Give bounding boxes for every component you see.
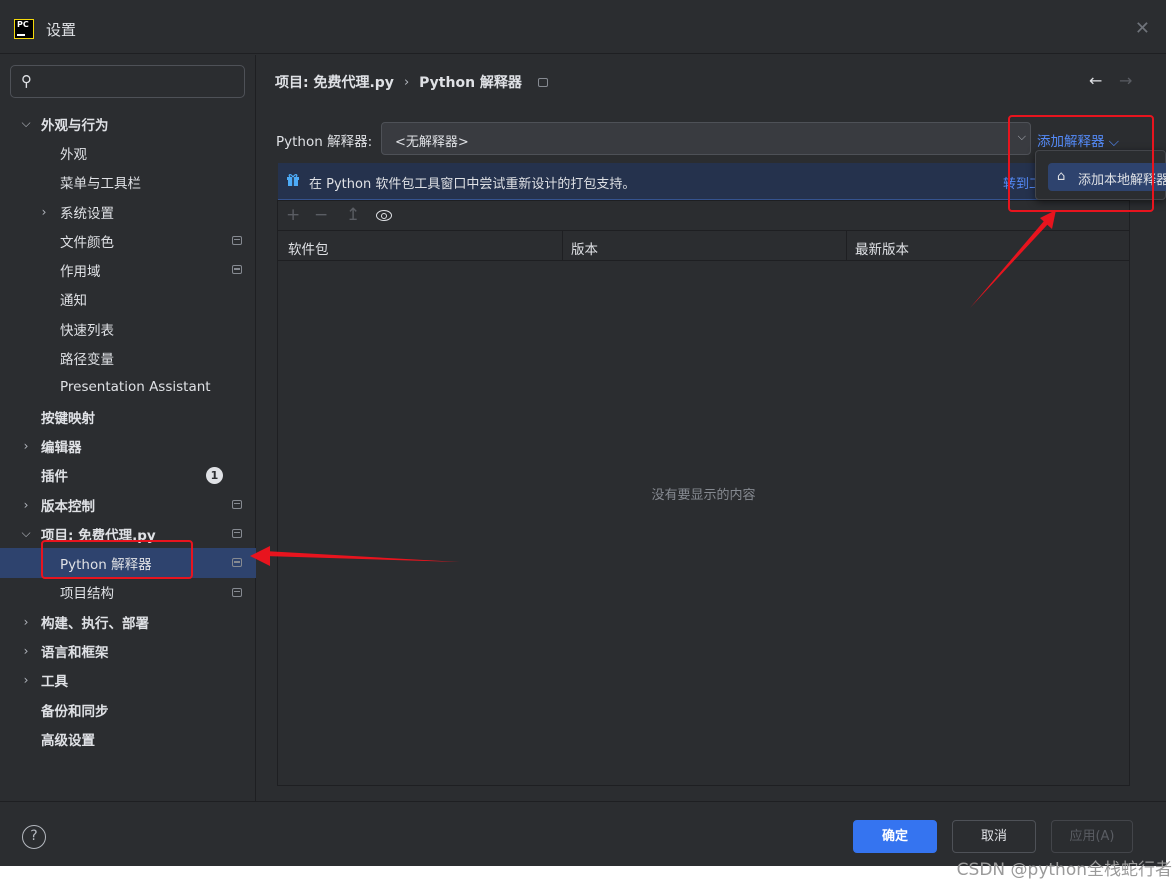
pin-icon [232, 499, 242, 509]
info-banner: 在 Python 软件包工具窗口中尝试重新设计的打包支持。 转到工 [278, 163, 1128, 200]
breadcrumb-separator: › [403, 74, 410, 90]
pycharm-logo-icon: PC [14, 19, 34, 39]
sidebar-item[interactable]: 文件颜色 [0, 226, 256, 255]
sidebar-item-label: 快速列表 [60, 322, 114, 339]
sidebar-item-label: 插件 [41, 469, 68, 486]
sidebar-item-label: 作用域 [60, 264, 101, 281]
column-header-package[interactable]: 软件包 [288, 238, 329, 258]
packages-table: + − ↥ 软件包 版本 最新版本 没有要显示的内容 [277, 200, 1130, 786]
pin-icon [232, 265, 242, 275]
sidebar-item-label: 项目结构 [60, 586, 114, 603]
pin-icon [232, 587, 242, 597]
apply-button[interactable]: 应用(A) [1051, 820, 1133, 853]
pin-icon [232, 529, 242, 539]
sidebar-item-label: 版本控制 [41, 498, 95, 515]
sidebar-item-label: 工具 [41, 674, 68, 691]
chevron-down-icon[interactable]: ⌵ [20, 526, 32, 541]
chevron-right-icon[interactable]: › [20, 498, 32, 512]
forward-arrow-icon[interactable]: → [1119, 71, 1132, 90]
help-icon[interactable]: ? [22, 825, 46, 849]
chevron-right-icon[interactable]: › [38, 205, 50, 219]
sidebar-item[interactable]: 通知 [0, 285, 256, 314]
sidebar-item-label: 备份和同步 [41, 703, 109, 720]
packages-toolbar: + − ↥ [278, 201, 1129, 231]
annotation-box-popup [1008, 115, 1154, 212]
chevron-right-icon[interactable]: › [20, 615, 32, 629]
title-bar: PC 设置 ✕ [0, 0, 1166, 54]
sidebar-item-label: 文件颜色 [60, 234, 114, 251]
chevron-down-icon[interactable]: ⌵ [20, 116, 32, 131]
search-box[interactable]: ⚲ [10, 65, 245, 98]
table-header: 软件包 版本 最新版本 [278, 231, 1129, 261]
sidebar-item-label: 外观 [60, 146, 87, 163]
sidebar-item-label: 菜单与工具栏 [60, 176, 141, 193]
sidebar-item[interactable]: 路径变量 [0, 343, 256, 372]
column-header-latest-version[interactable]: 最新版本 [855, 238, 909, 258]
sidebar-item[interactable]: › 系统设置 [0, 197, 256, 226]
sidebar-item-label: 外观与行为 [41, 117, 109, 134]
search-icon: ⚲ [21, 72, 32, 90]
sidebar-item[interactable]: ⌵ 外观与行为 [0, 109, 256, 138]
eye-icon[interactable] [376, 210, 392, 221]
sidebar-item[interactable]: › 编辑器 [0, 431, 256, 460]
sidebar-item-label: 高级设置 [41, 732, 95, 749]
sidebar-item[interactable]: › 版本控制 [0, 490, 256, 519]
sidebar-item[interactable]: 作用域 [0, 255, 256, 284]
breadcrumb: 项目: 免费代理.py › Python 解释器 [275, 72, 548, 92]
empty-table-message: 没有要显示的内容 [651, 488, 756, 503]
interpreter-select[interactable]: <无解释器> ⌵ [381, 122, 1031, 155]
chevron-right-icon[interactable]: › [20, 644, 32, 658]
close-icon[interactable]: ✕ [1135, 18, 1150, 39]
column-divider [562, 231, 563, 261]
column-header-version[interactable]: 版本 [571, 238, 598, 258]
sidebar-item[interactable]: 按键映射 [0, 402, 256, 431]
cancel-button[interactable]: 取消 [952, 820, 1036, 853]
settings-tree: ⌵ 外观与行为外观菜单与工具栏 › 系统设置文件颜色作用域通知快速列表路径变量 Pres… [0, 109, 256, 754]
pin-icon [232, 558, 242, 568]
window-title: 设置 [46, 21, 77, 39]
sidebar-item[interactable]: › 构建、执行、部署 [0, 607, 256, 636]
sidebar-item[interactable]: 外观 [0, 138, 256, 167]
upgrade-package-icon[interactable]: ↥ [346, 205, 360, 225]
back-arrow-icon[interactable]: ← [1089, 71, 1102, 90]
sidebar-item-label: 路径变量 [60, 352, 114, 369]
column-divider [846, 231, 847, 261]
sidebar-item[interactable]: › 语言和框架 [0, 636, 256, 665]
sidebar-item[interactable]: Presentation Assistant [0, 373, 256, 402]
search-input[interactable] [45, 70, 235, 94]
sidebar-item-label: 构建、执行、部署 [41, 615, 149, 632]
chevron-right-icon[interactable]: › [20, 673, 32, 687]
sidebar-item[interactable]: 高级设置 [0, 724, 256, 753]
pin-icon [537, 77, 548, 87]
sidebar-item[interactable]: › 工具 [0, 666, 256, 695]
sidebar: ⚲ ⌵ 外观与行为外观菜单与工具栏 › 系统设置文件颜色作用域通知快速列表路径变量 Pr… [0, 55, 256, 801]
sidebar-item-label: 按键映射 [41, 410, 95, 427]
sidebar-item[interactable]: 备份和同步 [0, 695, 256, 724]
remove-package-icon[interactable]: − [314, 205, 328, 225]
chevron-right-icon[interactable]: › [20, 439, 32, 453]
settings-window: PC 设置 ✕ ⚲ ⌵ 外观与行为外观菜单与工具栏 › 系统设置文件颜色作用域通知快速… [0, 0, 1166, 866]
watermark-text: CSDN @python全栈蛇行者 [956, 860, 1172, 880]
pin-icon [232, 236, 242, 246]
add-package-icon[interactable]: + [286, 205, 300, 225]
banner-text: 在 Python 软件包工具窗口中尝试重新设计的打包支持。 [309, 177, 636, 192]
sidebar-item-label: 语言和框架 [41, 644, 109, 661]
interpreter-value: <无解释器> [395, 135, 469, 150]
update-badge: 1 [206, 466, 223, 484]
breadcrumb-page: Python 解释器 [419, 75, 522, 91]
sidebar-item-label: 系统设置 [60, 205, 114, 222]
breadcrumb-project[interactable]: 项目: 免费代理.py [275, 72, 394, 92]
sidebar-item-label: 通知 [60, 293, 87, 310]
sidebar-item[interactable]: 菜单与工具栏 [0, 168, 256, 197]
sidebar-item[interactable]: 项目结构 [0, 578, 256, 607]
sidebar-item[interactable]: 快速列表 [0, 314, 256, 343]
sidebar-item-label: Presentation Assistant [60, 379, 211, 396]
interpreter-label: Python 解释器: [276, 134, 373, 150]
gift-icon [287, 174, 299, 186]
sidebar-item[interactable]: 插件 1 [0, 461, 256, 490]
ok-button[interactable]: 确定 [853, 820, 937, 853]
sidebar-item-label: 编辑器 [41, 439, 82, 456]
annotation-box-sidebar [41, 540, 193, 579]
